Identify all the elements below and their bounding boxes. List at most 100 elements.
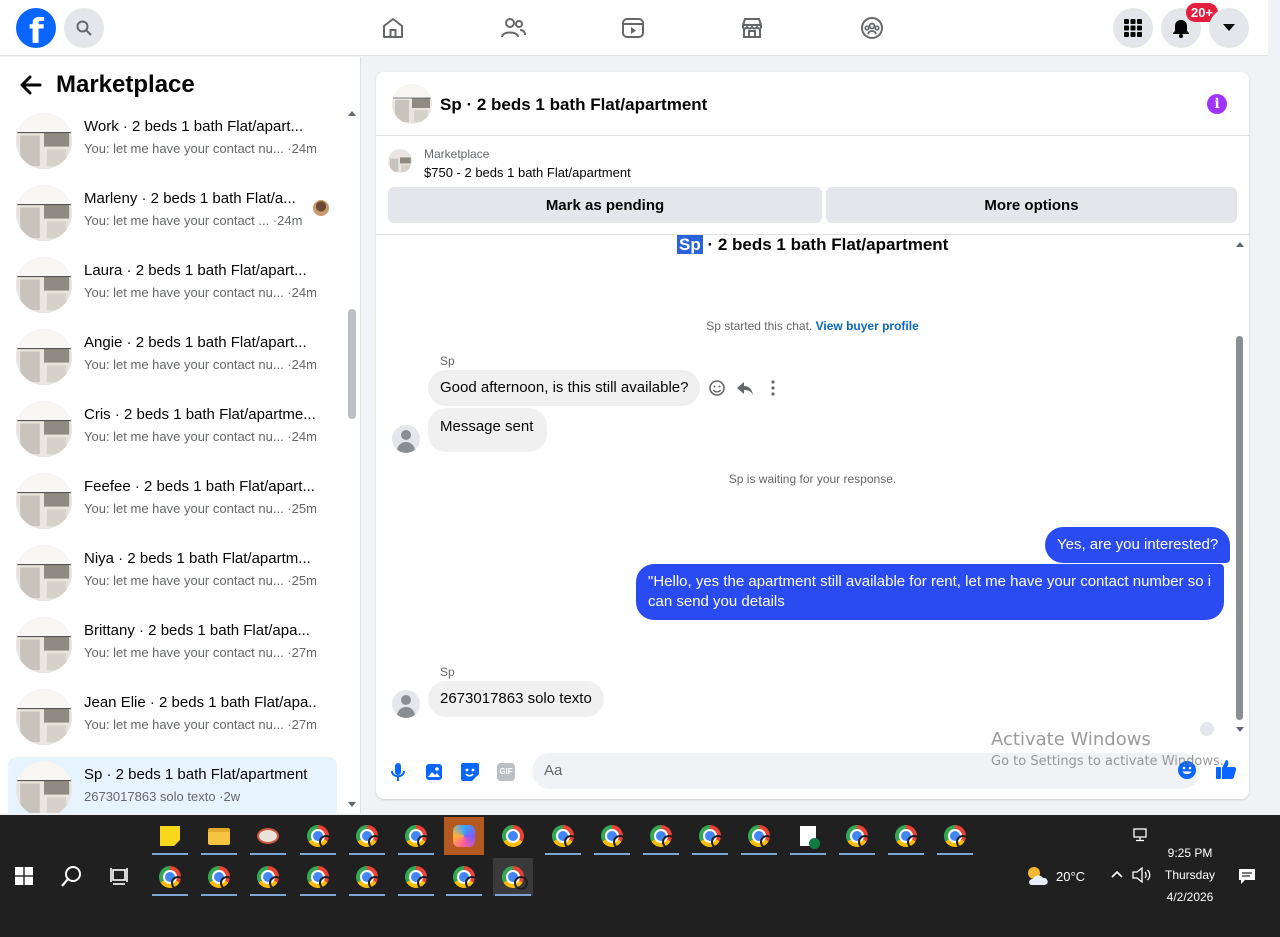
sidebar-title: Marketplace [56, 71, 195, 98]
conversation-item[interactable]: Jean Elie · 2 beds 1 bath Flat/apa... You… [8, 685, 337, 749]
sidebar-scrollbar-thumb[interactable] [348, 309, 356, 419]
taskbar-app-button[interactable] [886, 817, 926, 855]
start-button[interactable] [4, 857, 44, 895]
nav-friends[interactable] [499, 14, 527, 42]
more-vertical-icon[interactable] [764, 379, 782, 397]
listing-price[interactable]: $750 - 2 beds 1 bath Flat/apartment [424, 165, 631, 180]
apartment-photo-icon [16, 545, 72, 601]
nav-groups[interactable] [858, 14, 886, 42]
taskbar-app-button[interactable] [444, 858, 484, 896]
nav-video[interactable] [619, 14, 647, 42]
chrome-profile-icon [405, 825, 431, 849]
conversation-item[interactable]: Brittany · 2 beds 1 bath Flat/apa... You:… [8, 613, 337, 677]
network-icon[interactable] [1133, 828, 1151, 842]
bell-icon [1173, 20, 1189, 38]
conversation-name: Angie · 2 beds 1 bath Flat/apart... [84, 334, 307, 351]
taskbar-app-button[interactable] [248, 817, 288, 855]
listing-thumbnail[interactable] [392, 84, 432, 124]
outgoing-message[interactable]: Yes, are you interested? [1045, 527, 1231, 563]
attach-photo-button[interactable] [423, 761, 445, 783]
taskbar-app-button[interactable] [199, 858, 239, 896]
facebook-logo[interactable]: f [16, 8, 56, 52]
scroll-up-icon[interactable] [347, 109, 357, 117]
taskbar-app-button[interactable] [347, 858, 387, 896]
scroll-down-icon[interactable] [347, 801, 357, 809]
gif-button[interactable]: GIF [495, 761, 517, 783]
info-icon[interactable]: i [1207, 94, 1227, 114]
taskbar-app-button[interactable] [298, 858, 338, 896]
nav-marketplace[interactable] [738, 14, 766, 42]
home-icon [383, 18, 403, 38]
apartment-photo-icon [16, 761, 72, 813]
taskbar-search-button[interactable] [52, 857, 92, 895]
conversation-preview: You: let me have your contact nu... ·25m [84, 573, 317, 588]
weather-widget[interactable] [1024, 857, 1052, 895]
search-button[interactable] [64, 8, 104, 48]
menu-button[interactable] [1113, 8, 1153, 48]
taskbar-app-button[interactable] [788, 817, 828, 855]
react-icon[interactable] [708, 379, 726, 397]
weather-temperature[interactable]: 20°C [1056, 869, 1085, 884]
taskbar-app-button[interactable] [199, 817, 239, 855]
conversation-item[interactable]: Work · 2 beds 1 bath Flat/apart... You: l… [8, 109, 337, 173]
account-button[interactable] [1209, 8, 1249, 48]
clock-date[interactable]: 4/2/2026 [1160, 890, 1220, 904]
apartment-photo-icon [16, 185, 72, 241]
reply-icon[interactable] [736, 379, 754, 397]
page-scrollbar[interactable] [1268, 0, 1280, 815]
view-buyer-profile-link[interactable]: View buyer profile [816, 319, 919, 333]
conversation-item[interactable]: Angie · 2 beds 1 bath Flat/apart... You: … [8, 325, 337, 389]
taskbar-app-button[interactable] [150, 858, 190, 896]
taskbar-app-button[interactable] [248, 858, 288, 896]
apartment-photo-icon [16, 113, 72, 169]
show-hidden-icons-chevron-up-icon[interactable] [1111, 870, 1123, 878]
volume-icon[interactable] [1132, 867, 1152, 883]
taskbar-app-button[interactable] [347, 817, 387, 855]
taskbar-app-button[interactable] [396, 817, 436, 855]
taskbar-app-button[interactable] [493, 817, 533, 855]
chevron-down-icon [1223, 24, 1235, 31]
taskbar-app-button[interactable] [690, 817, 730, 855]
task-view-icon [110, 868, 128, 885]
taskbar-app-button[interactable] [493, 858, 533, 896]
sender-avatar[interactable] [392, 690, 420, 718]
friends-icon [501, 18, 526, 38]
chat-scroll-down-icon[interactable] [1235, 726, 1245, 734]
chat-header-title[interactable]: Sp · 2 beds 1 bath Flat/apartment [440, 95, 707, 115]
conversation-item[interactable]: Sp · 2 beds 1 bath Flat/apartment 2673017… [8, 757, 337, 813]
chat-scroll-up-icon[interactable] [1235, 240, 1245, 248]
taskbar-app-button[interactable] [641, 817, 681, 855]
taskbar-app-button[interactable] [935, 817, 975, 855]
back-arrow-icon[interactable] [20, 75, 42, 95]
taskbar-app-button[interactable] [739, 817, 779, 855]
incoming-message[interactable]: 2673017863 solo texto [428, 681, 604, 717]
conversation-item[interactable]: Marleny · 2 beds 1 bath Flat/a... You: le… [8, 181, 337, 245]
conversation-item[interactable]: Feefee · 2 beds 1 bath Flat/apart... You:… [8, 469, 337, 533]
taskbar-app-button[interactable] [298, 817, 338, 855]
voice-clip-button[interactable] [387, 761, 409, 783]
notification-center-icon[interactable] [1238, 868, 1256, 885]
taskbar-app-button[interactable] [396, 858, 436, 896]
task-view-button[interactable] [100, 857, 140, 895]
chat-scrollbar-thumb[interactable] [1236, 336, 1243, 720]
conversation-name: Marleny · 2 beds 1 bath Flat/a... [84, 190, 296, 207]
clock-day[interactable]: Thursday [1160, 868, 1220, 882]
more-options-button[interactable]: More options [826, 187, 1237, 223]
mark-as-pending-button[interactable]: Mark as pending [388, 187, 822, 223]
incoming-message[interactable]: Message sent [428, 408, 548, 452]
conversation-item[interactable]: Cris · 2 beds 1 bath Flat/apartme... You:… [8, 397, 337, 461]
sender-avatar[interactable] [392, 425, 420, 453]
sticker-button[interactable] [459, 761, 481, 783]
conversation-item[interactable]: Laura · 2 beds 1 bath Flat/apart... You: … [8, 253, 337, 317]
incoming-message[interactable]: Good afternoon, is this still available? [428, 370, 701, 406]
outgoing-message[interactable]: "Hello, yes the apartment still availabl… [636, 564, 1224, 620]
conversation-item[interactable]: Niya · 2 beds 1 bath Flat/apartm... You: … [8, 541, 337, 605]
taskbar-app-button[interactable] [543, 817, 583, 855]
taskbar-app-button[interactable] [150, 817, 190, 855]
listing-mini-thumbnail[interactable] [388, 149, 412, 173]
taskbar-app-button[interactable] [837, 817, 877, 855]
taskbar-app-button[interactable] [592, 817, 632, 855]
nav-home[interactable] [379, 14, 407, 42]
taskbar-app-button[interactable] [444, 817, 484, 855]
clock-time[interactable]: 9:25 PM [1160, 846, 1220, 860]
